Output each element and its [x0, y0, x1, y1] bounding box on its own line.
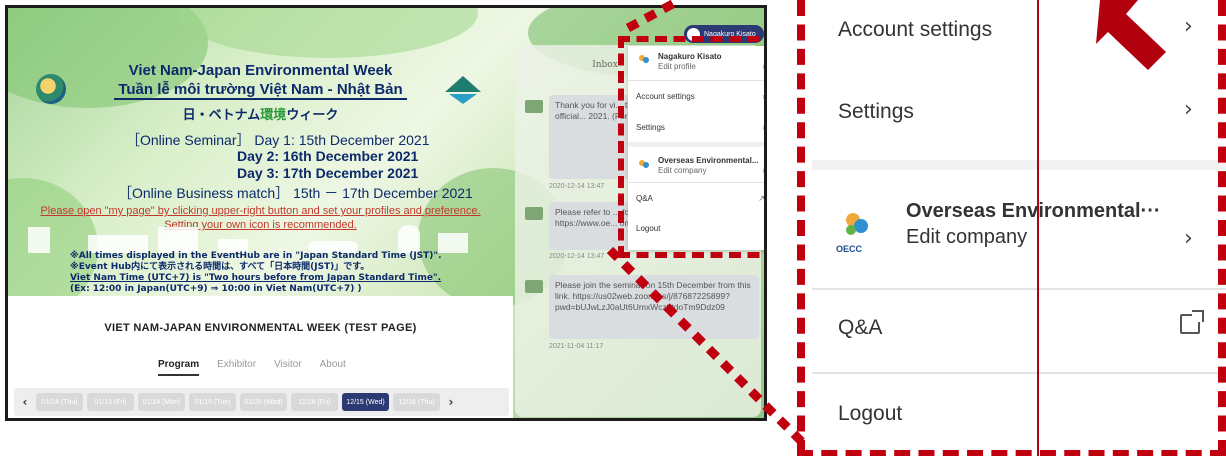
chevron-right-icon: › — [1184, 226, 1193, 251]
zoom-settings[interactable]: Settings › — [812, 88, 1226, 148]
inbox-message[interactable]: Please join the seminar on 15th December… — [549, 275, 759, 339]
date-chip[interactable]: 01/14 (Thu) — [36, 393, 83, 411]
message-time: 2020-12-14 13:47 — [549, 183, 605, 190]
building-shape — [158, 227, 198, 253]
event-title-jp: 日・ベトナム環境ウィーク — [182, 108, 339, 123]
date-chip[interactable]: 01/13 (Fri) — [87, 393, 134, 411]
cursor-guide-line — [1037, 0, 1039, 456]
tab-program[interactable]: Program — [158, 359, 200, 376]
prev-date-button[interactable]: ‹ — [18, 395, 32, 409]
pointer-arrow-icon — [1096, 0, 1166, 70]
page-tabs: Program Exhibitor Visitor About — [158, 359, 346, 376]
sender-avatar — [525, 100, 543, 113]
highlight-zoom-bottom — [797, 450, 1226, 456]
highlight-small-menu — [618, 36, 764, 258]
date-selector: ‹ 01/14 (Thu) 01/13 (Fri) 01/14 (Mon) 01… — [14, 388, 509, 416]
event-title-en: Viet Nam-Japan Environmental Week — [128, 62, 393, 79]
chevron-right-icon: › — [1184, 14, 1193, 39]
tab-visitor[interactable]: Visitor — [274, 359, 302, 376]
annotated-screenshot: Viet Nam-Japan Environmental Week Tuần l… — [0, 0, 1226, 456]
tab-exhibitor[interactable]: Exhibitor — [217, 359, 256, 376]
next-date-button[interactable]: › — [444, 395, 458, 409]
highlight-zoom-left — [797, 0, 805, 456]
page-heading: VIET NAM-JAPAN ENVIRONMENTAL WEEK (TEST … — [104, 322, 417, 334]
settings-label: Settings — [838, 100, 914, 123]
external-link-icon[interactable] — [1180, 310, 1204, 334]
date-chip[interactable]: 01/15 (Tue) — [189, 393, 236, 411]
tree-shape — [398, 225, 420, 253]
tab-about[interactable]: About — [320, 359, 346, 376]
timezone-notice: ※All times displayed in the EventHub are… — [70, 251, 442, 294]
divider — [812, 372, 1226, 374]
seminar-day3: Day 3: 17th December 2021 — [237, 165, 419, 181]
chevron-right-icon: › — [1184, 97, 1193, 122]
building-shape — [28, 227, 50, 253]
message-time: 2021-11-04 11:17 — [549, 343, 604, 350]
app-screenshot: Viet Nam-Japan Environmental Week Tuần l… — [5, 5, 767, 421]
date-chip[interactable]: 12/16 (Thu) — [393, 393, 440, 411]
zoom-qa[interactable]: Q&A — [812, 300, 1226, 360]
date-chip[interactable]: 11/26 (Fri) — [291, 393, 338, 411]
sender-avatar — [525, 280, 543, 293]
qa-label: Q&A — [838, 316, 883, 339]
building-shape — [438, 233, 468, 253]
account-settings-label: Account settings — [838, 18, 993, 41]
date-chip[interactable]: 01/14 (Mon) — [138, 393, 185, 411]
message-time: 2020-12-14 13:47 — [549, 253, 605, 260]
highlight-zoom-right — [1218, 0, 1226, 456]
edit-company-label: Edit company — [906, 226, 1028, 248]
business-match-dates: ［Online Business match］ 15th － 17th Dece… — [118, 185, 473, 201]
sender-avatar — [525, 207, 543, 220]
event-title-vi: Tuần lễ môi trường Việt Nam - Nhật Bản — [8, 81, 513, 100]
city-silhouette — [8, 223, 513, 253]
zoom-edit-company[interactable]: Edit company › — [812, 220, 1226, 260]
divider — [812, 160, 1226, 170]
date-chip-selected[interactable]: 12/15 (Wed) — [342, 393, 389, 411]
zoom-logout[interactable]: Logout — [812, 385, 1226, 445]
event-banner: Viet Nam-Japan Environmental Week Tuần l… — [8, 8, 513, 298]
date-chip[interactable]: 01/20 (Wed) — [240, 393, 287, 411]
seminar-day2: Day 2: 16th December 2021 — [237, 148, 419, 164]
divider — [812, 288, 1226, 290]
seminar-day1: ［Online Seminar］ Day 1: 15th December 20… — [126, 132, 430, 148]
logout-label: Logout — [838, 402, 903, 425]
